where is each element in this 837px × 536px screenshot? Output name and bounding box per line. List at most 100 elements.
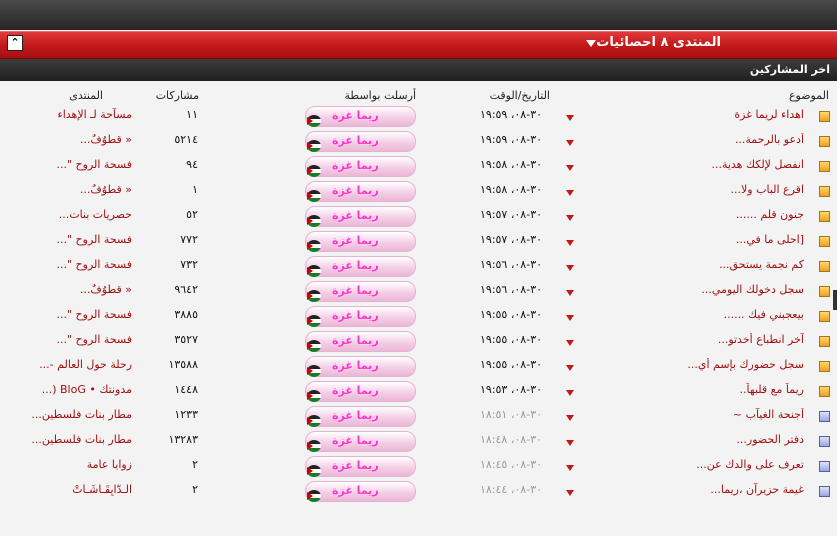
username[interactable]: ريما غزة xyxy=(332,284,379,297)
user-badge[interactable]: ريما غزة xyxy=(305,281,416,302)
username[interactable]: ريما غزة xyxy=(332,184,379,197)
user-badge[interactable]: ريما غزة xyxy=(305,481,416,502)
username[interactable]: ريما غزة xyxy=(332,409,379,422)
forum-link[interactable]: مطار بنات فلسطين... xyxy=(31,433,132,446)
last-post-icon[interactable] xyxy=(566,140,574,146)
post-date: ٣٠-٠٨، ١٨:٤٥ xyxy=(480,458,543,471)
topic-link[interactable]: ريماً مع قلبهاً.. xyxy=(740,383,804,396)
last-post-icon[interactable] xyxy=(566,440,574,446)
post-count: ١٤٤٨ xyxy=(174,383,198,396)
forum-link[interactable]: رحلة حول العالم -... xyxy=(39,358,132,371)
forum-link[interactable]: « قطوُفٌ... xyxy=(80,283,132,296)
scrollbar-thumb[interactable] xyxy=(833,290,837,310)
username[interactable]: ريما غزة xyxy=(332,159,379,172)
last-post-icon[interactable] xyxy=(566,465,574,471)
topic-link[interactable]: [احلى ما في... xyxy=(736,233,804,246)
user-badge[interactable]: ريما غزة xyxy=(305,456,416,477)
post-count: ٣٥٢٧ xyxy=(174,333,198,346)
user-badge[interactable]: ريما غزة xyxy=(305,356,416,377)
last-post-icon[interactable] xyxy=(566,490,574,496)
topic-link[interactable]: سجل حضورك بإسم أي... xyxy=(687,358,804,371)
last-post-icon[interactable] xyxy=(566,115,574,121)
user-badge[interactable]: ريما غزة xyxy=(305,156,416,177)
username[interactable]: ريما غزة xyxy=(332,259,379,272)
forum-link[interactable]: فسحة الروح "... xyxy=(56,333,132,346)
forum-link[interactable]: فسحة الروح "... xyxy=(56,258,132,271)
username[interactable]: ريما غزة xyxy=(332,459,379,472)
username[interactable]: ريما غزة xyxy=(332,234,379,247)
collapse-button[interactable]: ⌃ xyxy=(7,35,23,51)
last-post-icon[interactable] xyxy=(566,215,574,221)
forum-link[interactable]: مطار بنات فلسطين... xyxy=(31,408,132,421)
username[interactable]: ريما غزة xyxy=(332,134,379,147)
user-badge[interactable]: ريما غزة xyxy=(305,306,416,327)
user-badge[interactable]: ريما غزة xyxy=(305,106,416,127)
topic-link[interactable]: اقرع الباب ولا... xyxy=(731,183,804,196)
topic-link[interactable]: دفتر الحضور... xyxy=(736,433,804,446)
user-badge[interactable]: ريما غزة xyxy=(305,131,416,152)
post-count: ١ xyxy=(192,183,198,196)
dropdown-icon[interactable] xyxy=(586,40,596,47)
forum-link[interactable]: زوايا عامة xyxy=(87,458,132,471)
forum-link[interactable]: فسحة الروح "... xyxy=(56,158,132,171)
post-count: ٢ xyxy=(192,458,198,471)
topic-link[interactable]: بيعجبني فيك ...... xyxy=(724,308,804,321)
last-post-icon[interactable] xyxy=(566,415,574,421)
username[interactable]: ريما غزة xyxy=(332,209,379,222)
username[interactable]: ريما غزة xyxy=(332,434,379,447)
user-badge[interactable]: ريما غزة xyxy=(305,206,416,227)
user-badge[interactable]: ريما غزة xyxy=(305,256,416,277)
forum-link[interactable]: الـدّايِقَـاشَـاتْ xyxy=(72,483,132,496)
last-post-icon[interactable] xyxy=(566,290,574,296)
topic-link[interactable]: غيمة حزيرآن ،ريما... xyxy=(710,483,804,496)
username[interactable]: ريما غزة xyxy=(332,334,379,347)
last-post-icon[interactable] xyxy=(566,390,574,396)
last-post-icon[interactable] xyxy=(566,165,574,171)
user-badge[interactable]: ريما غزة xyxy=(305,231,416,252)
last-post-icon[interactable] xyxy=(566,365,574,371)
forum-link[interactable]: « قطوُفٌ... xyxy=(80,133,132,146)
username[interactable]: ريما غزة xyxy=(332,309,379,322)
topic-link[interactable]: تعرف على والدك عن... xyxy=(696,458,804,471)
username[interactable]: ريما غزة xyxy=(332,359,379,372)
post-count: ٩٤ xyxy=(186,158,198,171)
last-post-icon[interactable] xyxy=(566,190,574,196)
last-post-icon[interactable] xyxy=(566,240,574,246)
forum-link[interactable]: مدونتك • BloG (... xyxy=(42,383,132,396)
forum-link[interactable]: فسحة الروح "... xyxy=(56,233,132,246)
forum-link[interactable]: مسآحة لـ الإهداء xyxy=(58,108,132,121)
user-badge[interactable]: ريما غزة xyxy=(305,406,416,427)
user-badge[interactable]: ريما غزة xyxy=(305,381,416,402)
username[interactable]: ريما غزة xyxy=(332,109,379,122)
last-post-icon[interactable] xyxy=(566,265,574,271)
last-post-icon[interactable] xyxy=(566,340,574,346)
topic-link[interactable]: كم نجمة يستحق... xyxy=(719,258,804,271)
topic-icon xyxy=(819,461,830,472)
post-count: ٧٣٢ xyxy=(180,258,198,271)
user-badge[interactable]: ريما غزة xyxy=(305,181,416,202)
topic-link[interactable]: أجنحة الغيآب ~ xyxy=(733,408,804,421)
forum-link[interactable]: فسحة الروح "... xyxy=(56,308,132,321)
table-row: اقرع الباب ولا... ٣٠-٠٨، ١٩:٥٨ ريما غزة ١ « … xyxy=(0,179,837,204)
table-row: تعرف على والدك عن... ٣٠-٠٨، ١٨:٤٥ ريما غزة… xyxy=(0,454,837,479)
topic-link[interactable]: آخر انطباع أخدتو... xyxy=(718,333,804,346)
username[interactable]: ريما غزة xyxy=(332,384,379,397)
topic-link[interactable]: سجل دخولك اليومي... xyxy=(701,283,804,296)
palestine-flag-icon xyxy=(307,240,321,252)
topic-link[interactable]: أدعو بالرحمة... xyxy=(735,133,804,146)
post-date: ٣٠-٠٨، ١٩:٥٦ xyxy=(480,283,543,296)
post-date: ٣٠-٠٨، ١٩:٥٧ xyxy=(480,233,543,246)
topic-link[interactable]: جنون قلم ...... xyxy=(736,208,804,221)
user-badge[interactable]: ريما غزة xyxy=(305,431,416,452)
username[interactable]: ريما غزة xyxy=(332,484,379,497)
forum-link[interactable]: « قطوُفٌ... xyxy=(80,183,132,196)
last-post-icon[interactable] xyxy=(566,315,574,321)
topic-link[interactable]: اهداء لريما غزة xyxy=(734,108,804,121)
user-badge[interactable]: ريما غزة xyxy=(305,331,416,352)
forum-link[interactable]: حصريات بنات... xyxy=(59,208,132,221)
topic-link[interactable]: انفصل لإلكك هدية... xyxy=(711,158,804,171)
post-count: ٣٨٨٥ xyxy=(174,308,198,321)
table-row: ريماً مع قلبهاً.. ٣٠-٠٨، ١٩:٥٣ ريما غزة ١٤٤… xyxy=(0,379,837,404)
post-count: ٩٦٤٢ xyxy=(174,283,198,296)
table-row: دفتر الحضور... ٣٠-٠٨، ١٨:٤٨ ريما غزة ١٣٢٨٣ م… xyxy=(0,429,837,454)
